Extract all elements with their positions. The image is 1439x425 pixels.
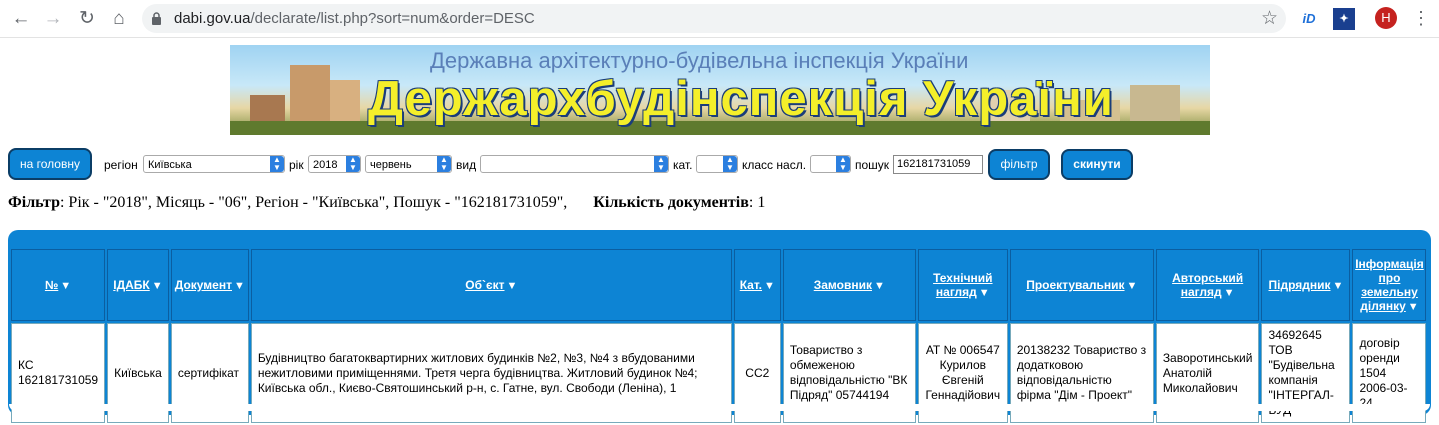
results-table-container: № ▼ ІДАБК ▼ Документ ▼ Об`єкт ▼ Кат. ▼ Замовн… xyxy=(8,230,1431,423)
column-header-idabk[interactable]: ІДАБК ▼ xyxy=(107,249,169,321)
browser-toolbar: ← → ↻ ⌂ dabi.gov.ua/declarate/list.php?s… xyxy=(0,0,1439,38)
address-bar[interactable]: dabi.gov.ua/declarate/list.php?sort=num&… xyxy=(142,4,1286,33)
year-label: рік xyxy=(289,158,304,172)
column-header-author-supervision[interactable]: Авторський нагляд ▼ xyxy=(1155,249,1260,321)
document-count-value: : 1 xyxy=(748,194,766,211)
dropdown-arrow-icon: ▲ ▼ xyxy=(346,156,360,172)
back-icon[interactable]: ← xyxy=(8,6,34,32)
more-menu-icon[interactable]: ⋮ xyxy=(1412,7,1430,29)
column-header-document[interactable]: Документ ▼ xyxy=(170,249,249,321)
search-label: пошук xyxy=(855,158,890,172)
url-text: dabi.gov.ua/declarate/list.php?sort=num&… xyxy=(174,10,535,27)
dropdown-arrow-icon: ▲ ▼ xyxy=(437,156,451,172)
class-label: класс насл. xyxy=(742,158,807,172)
reset-button[interactable]: скинути xyxy=(1061,149,1133,180)
forward-icon[interactable]: → xyxy=(40,6,66,32)
extension-id-icon[interactable]: iD xyxy=(1298,8,1320,30)
sort-arrow-icon[interactable]: ▼ xyxy=(152,280,163,292)
dropdown-arrow-icon: ▲ ▼ xyxy=(270,156,284,172)
home-icon[interactable]: ⌂ xyxy=(106,6,132,32)
site-banner: Державна архітектурно-будівельна інспекц… xyxy=(230,45,1210,135)
sort-arrow-icon[interactable]: ▼ xyxy=(234,280,245,292)
filter-button[interactable]: фільтр xyxy=(988,149,1050,180)
sort-arrow-icon[interactable]: ▼ xyxy=(874,280,885,292)
search-input[interactable]: 162181731059 xyxy=(893,155,983,174)
banner-title: Держархбудінспекція України xyxy=(368,72,1114,126)
dropdown-arrow-icon: ▲ ▼ xyxy=(654,156,668,172)
table-header-row: № ▼ ІДАБК ▼ Документ ▼ Об`єкт ▼ Кат. ▼ Замовн… xyxy=(11,249,1427,321)
sort-arrow-icon[interactable]: ▼ xyxy=(1224,287,1235,299)
filter-summary-text: : Рік - "2018", Місяць - "06", Регіон - … xyxy=(59,194,568,211)
dropdown-arrow-icon: ▲ ▼ xyxy=(836,156,850,172)
sort-arrow-icon[interactable]: ▼ xyxy=(979,287,990,299)
home-button[interactable]: на головну xyxy=(8,148,92,180)
category-label: кат. xyxy=(673,158,693,172)
sort-arrow-icon[interactable]: ▼ xyxy=(764,280,775,292)
type-label: вид xyxy=(456,158,477,172)
column-header-object[interactable]: Об`єкт ▼ xyxy=(250,249,732,321)
month-select[interactable]: червень ▲ ▼ xyxy=(365,155,452,173)
sort-arrow-icon[interactable]: ▼ xyxy=(1127,280,1138,292)
document-count-label: Кількість документів xyxy=(593,194,749,211)
filter-summary-label: Фільтр xyxy=(8,194,60,211)
class-select[interactable]: ▲ ▼ xyxy=(810,155,851,173)
filter-summary: Фільтр: Рік - "2018", Місяць - "06", Рег… xyxy=(8,194,765,212)
sort-arrow-icon[interactable]: ▼ xyxy=(60,280,71,292)
column-header-designer[interactable]: Проектувальник ▼ xyxy=(1009,249,1154,321)
profile-avatar[interactable]: H xyxy=(1375,7,1397,29)
column-header-num[interactable]: № ▼ xyxy=(11,249,106,321)
column-header-land-info[interactable]: Інформація про земельну ділянку ▼ xyxy=(1352,249,1427,321)
column-header-contractor[interactable]: Підрядник ▼ xyxy=(1261,249,1351,321)
region-label: регіон xyxy=(104,158,138,172)
column-header-category[interactable]: Кат. ▼ xyxy=(733,249,781,321)
column-header-customer[interactable]: Замовник ▼ xyxy=(782,249,916,321)
region-select[interactable]: Київська ▲ ▼ xyxy=(143,155,285,173)
bookmark-star-icon[interactable]: ☆ xyxy=(1261,7,1278,30)
lock-icon xyxy=(152,12,161,25)
year-select[interactable]: 2018 ▲ ▼ xyxy=(308,155,361,173)
results-table: № ▼ ІДАБК ▼ Документ ▼ Об`єкт ▼ Кат. ▼ Замовн… xyxy=(9,247,1428,425)
sort-arrow-icon[interactable]: ▼ xyxy=(1333,280,1344,292)
extension-flag-icon[interactable]: ✦ xyxy=(1333,8,1355,30)
table-footer xyxy=(9,404,1430,411)
category-select[interactable]: ▲ ▼ xyxy=(696,155,738,173)
dropdown-arrow-icon: ▲ ▼ xyxy=(723,156,737,172)
sort-arrow-icon[interactable]: ▼ xyxy=(1408,301,1419,313)
reload-icon[interactable]: ↻ xyxy=(74,6,100,32)
column-header-tech-supervision[interactable]: Технічний нагляд ▼ xyxy=(917,249,1008,321)
sort-arrow-icon[interactable]: ▼ xyxy=(507,280,518,292)
type-select[interactable]: ▲ ▼ xyxy=(480,155,669,173)
